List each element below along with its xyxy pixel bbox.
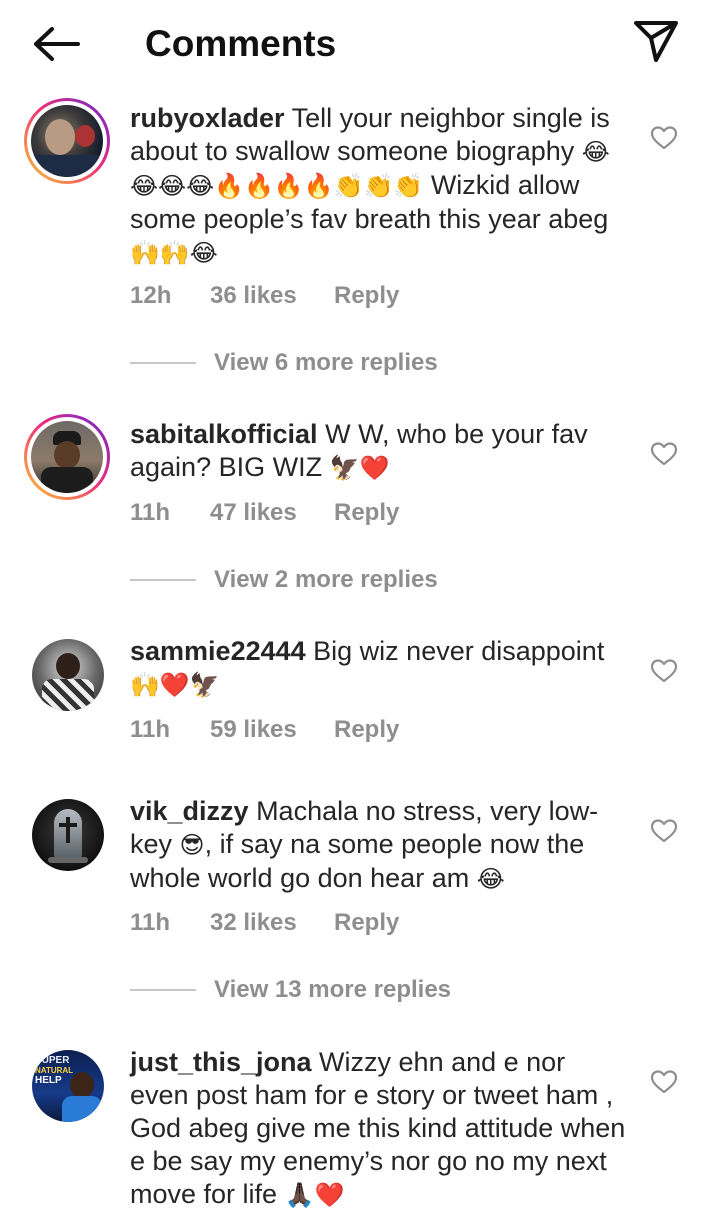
- avatar-image: [32, 799, 104, 871]
- arrow-left-icon: [34, 27, 80, 61]
- top-bar: Comments: [0, 0, 720, 88]
- comment-emojis: 🙌❤️🦅: [130, 671, 220, 699]
- comment-emojis-end: 🙌🙌😂: [130, 239, 218, 267]
- heart-icon[interactable]: [650, 1068, 678, 1096]
- comment-time: 11h: [130, 716, 171, 743]
- avatar-image: [31, 421, 103, 493]
- view-replies-label: View 2 more replies: [214, 566, 438, 593]
- comment-username[interactable]: sammie22444: [130, 636, 306, 666]
- avatar-image: SUPER NATURAL HELP: [32, 1050, 104, 1122]
- comment-emojis: 😎: [179, 831, 205, 859]
- divider-line: [130, 579, 196, 581]
- comment-username[interactable]: vik_dizzy: [130, 796, 249, 826]
- avatar-caption-line-1: SUPER: [35, 1055, 70, 1066]
- comment-meta: 11h 47 likes Reply: [130, 499, 399, 527]
- comment-meta: 11h 59 likes Reply: [130, 716, 399, 744]
- comment-meta: 11h 32 likes Reply: [130, 909, 399, 937]
- view-replies-label: View 6 more replies: [214, 349, 438, 376]
- avatar[interactable]: [32, 799, 104, 871]
- divider-line: [130, 362, 196, 364]
- comment-username[interactable]: sabitalkofficial: [130, 419, 318, 449]
- comment-time: 12h: [130, 282, 172, 309]
- view-replies-label: View 13 more replies: [214, 976, 452, 1003]
- view-replies-button[interactable]: View 2 more replies: [130, 565, 438, 595]
- heart-icon[interactable]: [650, 440, 678, 468]
- avatar[interactable]: [24, 98, 110, 184]
- comment-text: sabitalkofficial W W, who be your fav ag…: [130, 418, 630, 485]
- comment-emojis: 🦅❤️: [329, 454, 390, 482]
- comment-likes[interactable]: 47 likes: [210, 499, 334, 527]
- avatar[interactable]: SUPER NATURAL HELP: [32, 1050, 104, 1122]
- comment-text: just_this_jona Wizzy ehn and e nor even …: [130, 1046, 630, 1212]
- comment-time: 11h: [130, 909, 171, 936]
- back-button[interactable]: [28, 20, 84, 68]
- comment-text: sammie22444 Big wiz never disappoint 🙌❤️…: [130, 635, 630, 702]
- comment-username[interactable]: rubyoxlader: [130, 103, 285, 133]
- comment-body: Big wiz never disappoint: [305, 636, 605, 666]
- comment-time: 11h: [130, 499, 171, 526]
- comment-emojis-end: 😂: [476, 865, 505, 893]
- comment-emojis: 🙏🏿❤️: [284, 1181, 345, 1209]
- comment-username[interactable]: just_this_jona: [130, 1047, 312, 1077]
- comment-text: rubyoxlader Tell your neighbor single is…: [130, 102, 630, 270]
- comment-likes[interactable]: 32 likes: [210, 909, 334, 937]
- heart-icon[interactable]: [650, 124, 678, 152]
- comment-likes[interactable]: 59 likes: [210, 716, 334, 744]
- comment-text: vik_dizzy Machala no stress, very low-ke…: [130, 795, 630, 896]
- reply-button[interactable]: Reply: [334, 499, 399, 527]
- reply-button[interactable]: Reply: [334, 716, 399, 744]
- avatar[interactable]: [32, 639, 104, 711]
- share-button[interactable]: [628, 16, 684, 66]
- paper-plane-icon: [634, 21, 678, 62]
- heart-icon[interactable]: [650, 817, 678, 845]
- divider-line: [130, 989, 196, 991]
- heart-icon[interactable]: [650, 657, 678, 685]
- reply-button[interactable]: Reply: [334, 909, 399, 937]
- view-replies-button[interactable]: View 6 more replies: [130, 348, 438, 378]
- avatar[interactable]: [24, 414, 110, 500]
- avatar-caption-line-3: HELP: [35, 1075, 62, 1086]
- avatar-image: [31, 105, 103, 177]
- reply-button[interactable]: Reply: [334, 282, 399, 310]
- comment-meta: 12h 36 likes Reply: [130, 282, 399, 310]
- page-title: Comments: [145, 23, 337, 64]
- comment-likes[interactable]: 36 likes: [210, 282, 334, 310]
- avatar-image: [32, 639, 104, 711]
- view-replies-button[interactable]: View 13 more replies: [130, 975, 451, 1005]
